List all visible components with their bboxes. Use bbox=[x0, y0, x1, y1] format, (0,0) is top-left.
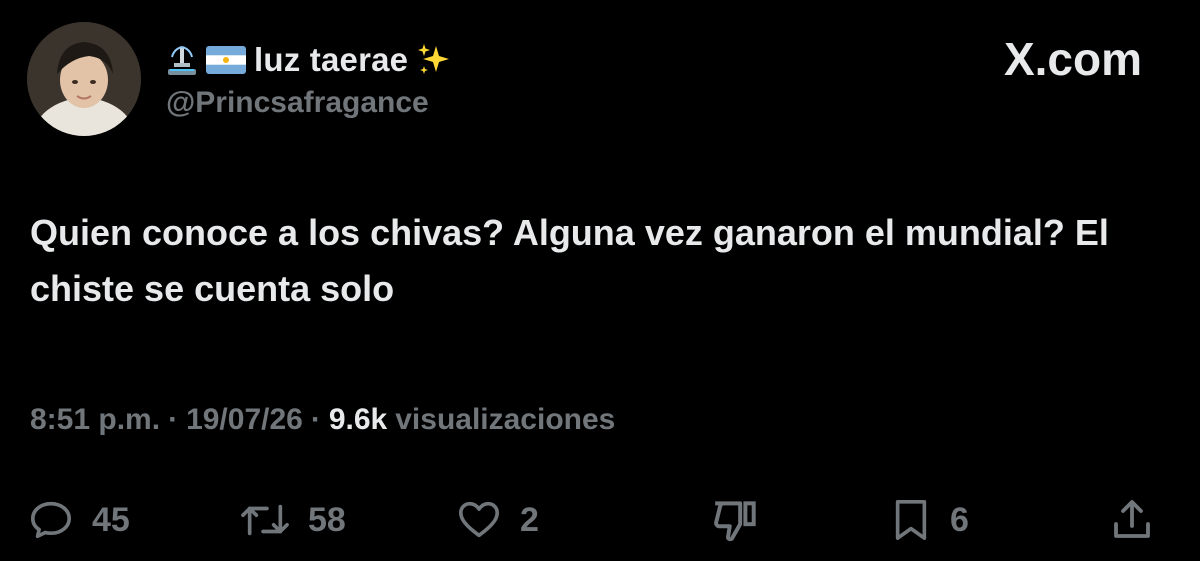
reply-icon bbox=[30, 501, 72, 539]
reply-button[interactable]: 45 bbox=[28, 490, 130, 550]
views-label: visualizaciones bbox=[395, 403, 616, 436]
tweet-date[interactable]: 19/07/26 bbox=[186, 403, 303, 437]
tweet-time[interactable]: 8:51 p.m. bbox=[30, 403, 160, 437]
x-brand-label: X.com bbox=[1003, 33, 1142, 85]
avatar-image bbox=[27, 22, 141, 136]
dislike-button[interactable] bbox=[708, 490, 764, 550]
fountain-icon bbox=[166, 43, 198, 77]
bookmark-button[interactable]: 6 bbox=[890, 490, 969, 550]
share-button[interactable] bbox=[1108, 490, 1156, 550]
repost-count: 58 bbox=[308, 500, 346, 539]
meta-separator: · bbox=[168, 403, 179, 436]
share-icon bbox=[1114, 500, 1150, 538]
like-count: 2 bbox=[520, 500, 539, 539]
like-button[interactable]: 2 bbox=[456, 490, 539, 550]
bookmark-count: 6 bbox=[950, 500, 969, 539]
meta-separator: · bbox=[310, 403, 321, 436]
reply-count: 45 bbox=[92, 500, 130, 539]
avatar[interactable] bbox=[27, 22, 141, 136]
tweet-text: Quien conoce a los chivas? Alguna vez ga… bbox=[30, 212, 1109, 309]
repost-button[interactable]: 58 bbox=[240, 490, 346, 550]
argentina-flag-icon bbox=[206, 46, 246, 74]
x-brand: X.com bbox=[1004, 32, 1142, 86]
author-name-row[interactable]: luz taerae bbox=[166, 38, 452, 82]
repost-icon bbox=[241, 504, 289, 536]
tweet-actions: 45 58 2 6 bbox=[0, 490, 1200, 550]
tweet-meta: 8:51 p.m. · 19/07/26 · 9.6k visualizacio… bbox=[30, 403, 615, 437]
sparkles-icon bbox=[416, 42, 452, 78]
heart-icon bbox=[458, 501, 500, 538]
bookmark-icon bbox=[895, 500, 927, 540]
user-handle[interactable]: @Princsafragance bbox=[166, 86, 429, 120]
thumbs-down-icon bbox=[714, 501, 756, 542]
display-name[interactable]: luz taerae bbox=[254, 41, 408, 79]
views-count: 9.6k bbox=[328, 403, 388, 436]
